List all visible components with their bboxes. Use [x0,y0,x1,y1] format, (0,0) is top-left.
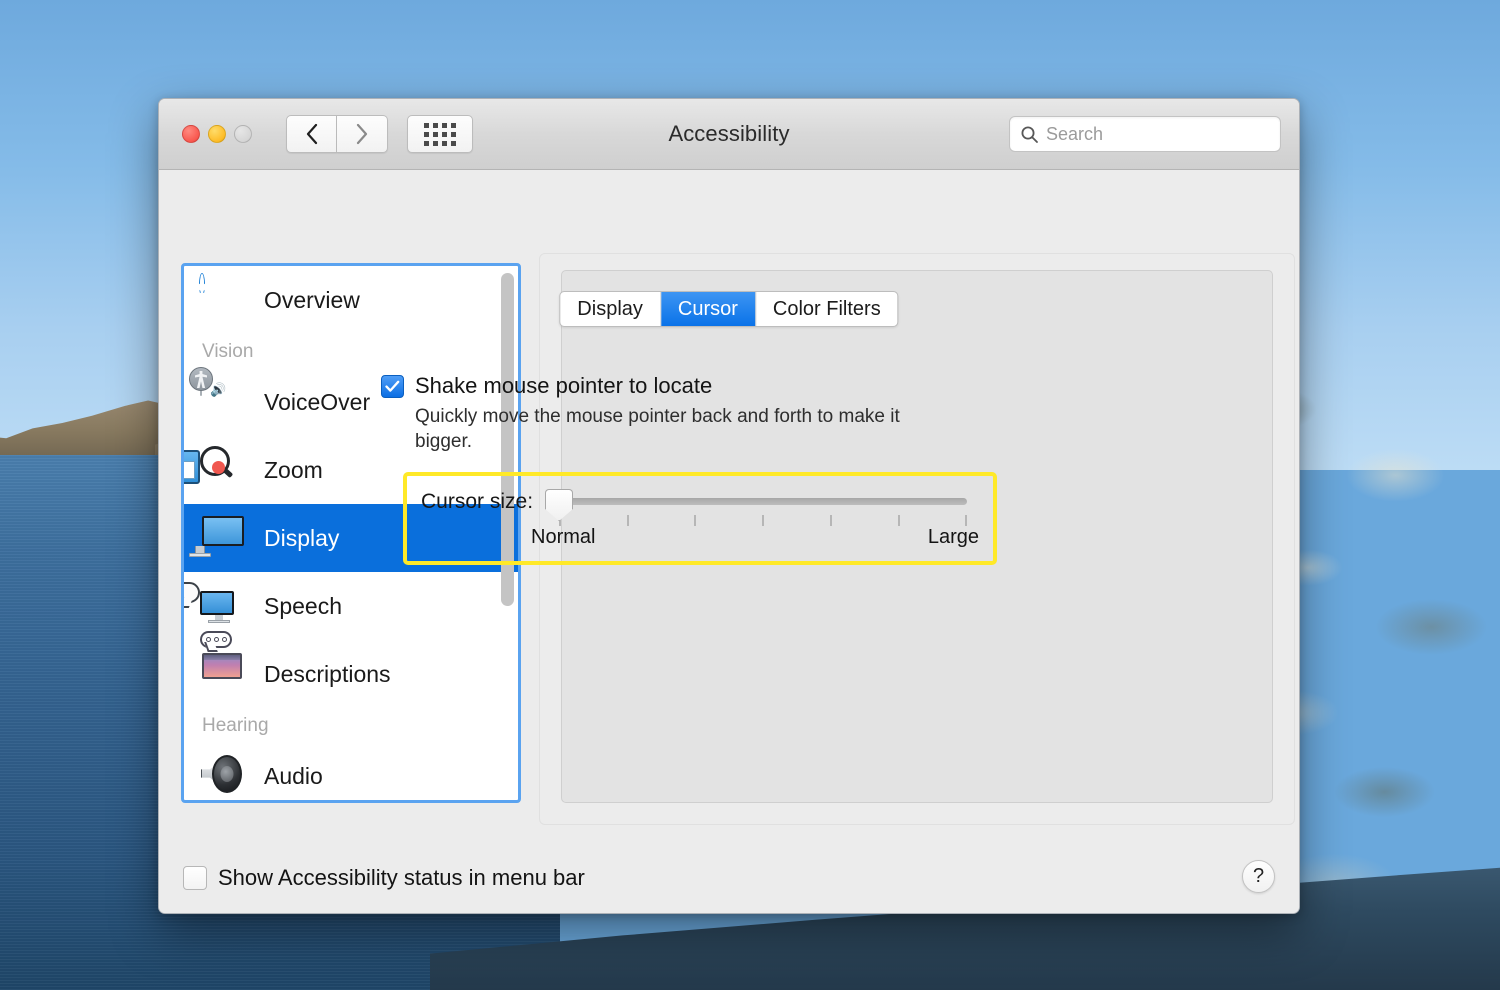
sidebar-item-audio[interactable]: Audio [184,742,518,803]
show-all-grid-icon [424,123,456,146]
zoom-icon [200,446,248,494]
cursor-size-slider[interactable] [559,498,967,506]
settings-tab-bar[interactable]: Display Cursor Color Filters [559,291,898,327]
shake-pointer-setting: Shake mouse pointer to locate Quickly mo… [381,371,920,454]
accessibility-icon [200,276,248,324]
shake-pointer-text-group: Shake mouse pointer to locate Quickly mo… [415,371,920,454]
sidebar-item-label: Speech [264,593,342,620]
voiceover-icon: 🔊 [200,378,248,426]
sidebar-item-label: Overview [264,287,360,314]
back-button[interactable] [286,115,337,153]
sidebar-item-label: VoiceOver [264,389,370,416]
window-body: Overview Vision 🔊 VoiceOver [159,170,1299,914]
window-titlebar[interactable]: Accessibility [159,99,1299,170]
traffic-lights [182,125,252,143]
search-input[interactable] [1046,124,1270,145]
tab-display[interactable]: Display [560,292,661,326]
forward-button[interactable] [337,115,388,153]
minimize-button[interactable] [208,125,226,143]
sidebar-item-overview[interactable]: Overview [184,266,518,334]
sidebar-item-label: Display [264,525,339,552]
slider-track[interactable] [559,498,967,505]
sidebar-item-label: Descriptions [264,661,391,688]
shake-pointer-description: Quickly move the mouse pointer back and … [415,404,920,454]
sidebar-item-label: Audio [264,763,323,790]
slider-tick-marks [559,515,967,527]
search-icon [1020,125,1039,144]
search-field[interactable] [1009,116,1281,152]
cursor-size-highlight-box: Cursor size: Normal Large [403,472,997,565]
speech-icon [200,582,248,630]
menu-bar-status-checkbox[interactable] [183,866,207,890]
sidebar-item-descriptions[interactable]: Descriptions [184,640,518,708]
help-button[interactable]: ? [1242,860,1275,893]
menu-bar-status-setting: Show Accessibility status in menu bar [183,865,585,891]
close-button[interactable] [182,125,200,143]
shake-pointer-checkbox[interactable] [381,375,404,398]
slider-min-label: Normal [531,526,595,549]
nav-button-group [286,115,388,153]
tab-cursor[interactable]: Cursor [661,292,756,326]
checkmark-icon [385,380,400,393]
zoom-button [234,125,252,143]
slider-max-label: Large [928,526,979,549]
system-preferences-window: Accessibility Overview Vision [158,98,1300,914]
sidebar-header-hearing: Hearing [184,708,518,742]
sidebar-item-speech[interactable]: Speech [184,572,518,640]
tab-color-filters[interactable]: Color Filters [756,292,898,326]
display-icon [200,514,248,562]
shake-pointer-label: Shake mouse pointer to locate [415,371,920,401]
chevron-right-icon [355,123,369,145]
menu-bar-status-label: Show Accessibility status in menu bar [218,865,585,891]
sidebar-item-label: Zoom [264,457,323,484]
chevron-left-icon [305,123,319,145]
show-all-button[interactable] [407,115,473,153]
cursor-size-label: Cursor size: [421,490,533,514]
audio-icon [200,752,248,800]
sidebar-header-vision: Vision [184,334,518,368]
descriptions-icon [200,650,248,698]
